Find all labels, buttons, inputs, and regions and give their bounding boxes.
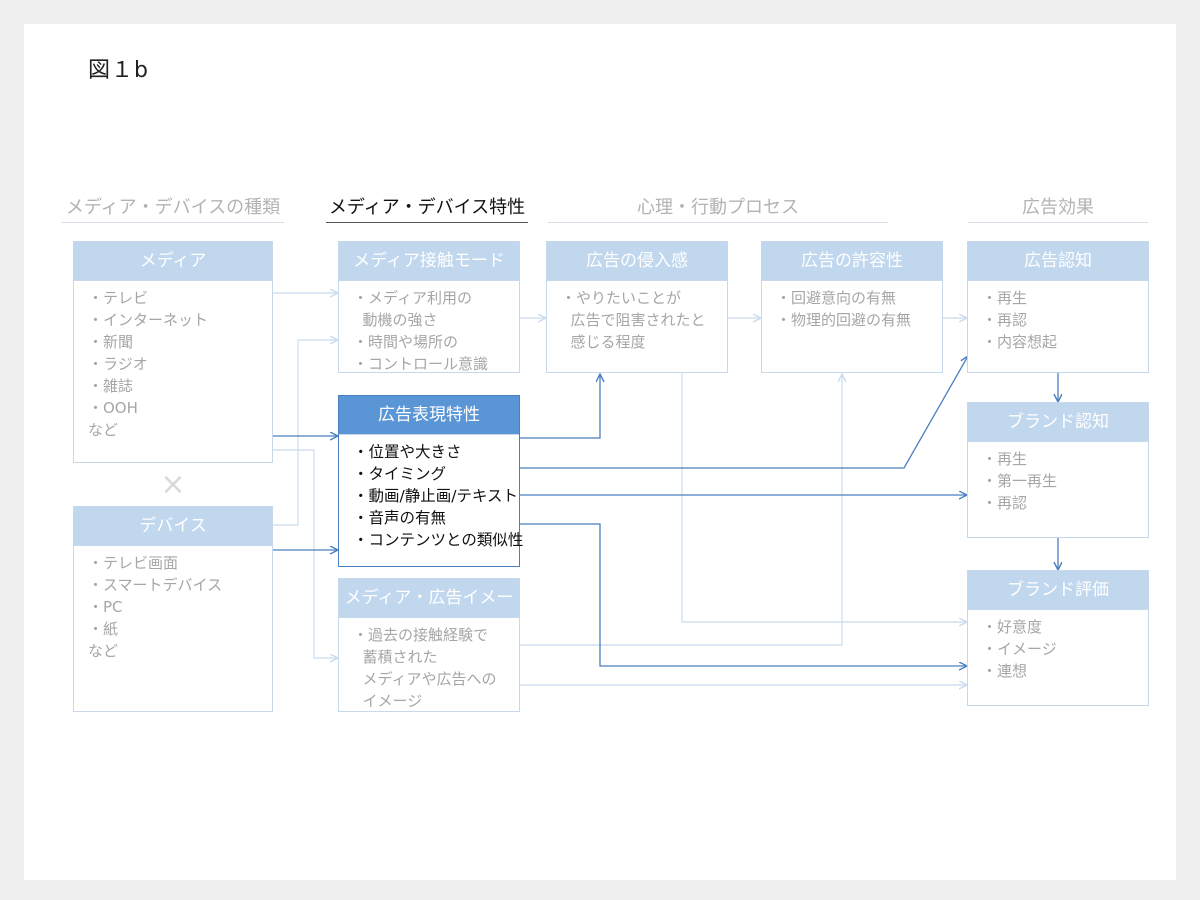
box-image-title: メディア・広告イメージ xyxy=(339,579,519,646)
list-item: 蓄積された xyxy=(353,648,438,666)
list-item: 感じる程度 xyxy=(561,333,646,351)
box-media-title: メディア xyxy=(74,242,272,281)
box-image: メディア・広告イメージ ・過去の接触経験で 蓄積された メディアや広告への イメ… xyxy=(338,578,520,712)
box-expression-title: 広告表現特性 xyxy=(339,396,519,435)
column-header-media-device-characteristics: メディア・デバイス特性 xyxy=(326,196,528,223)
list-item: ・テレビ xyxy=(88,289,149,307)
figure-label: 図１b xyxy=(88,58,149,83)
list-item: ・内容想起 xyxy=(982,333,1058,351)
list-item: ・紙 xyxy=(88,620,119,638)
box-image-items: ・過去の接触経験で 蓄積された メディアや広告への イメージ xyxy=(339,618,519,712)
box-brand-recognition-title: ブランド認知 xyxy=(968,403,1148,442)
list-item: 動機の強さ xyxy=(353,311,438,329)
list-item: ・雑誌 xyxy=(88,377,134,395)
list-item: ・やりたいことが xyxy=(561,289,682,307)
box-ad-recognition-items: ・再生・再認・内容想起 xyxy=(968,281,1148,353)
cross-symbol: × xyxy=(160,467,186,502)
box-contact-mode: メディア接触モード ・メディア利用の 動機の強さ・時間や場所の・コントロール意識 xyxy=(338,241,520,373)
column-header-media-device-types: メディア・デバイスの種類 xyxy=(62,196,284,223)
list-item: ・メディア利用の xyxy=(353,289,472,307)
box-contact-mode-items: ・メディア利用の 動機の強さ・時間や場所の・コントロール意識 xyxy=(339,281,519,375)
box-media: メディア ・テレビ・インターネット ・新聞・ラジオ・雑誌・OOH など xyxy=(73,241,273,463)
list-item: ・OOH xyxy=(88,399,138,417)
list-item: ・ラジオ xyxy=(88,355,148,373)
box-brand-evaluation-title: ブランド評価 xyxy=(968,571,1148,610)
list-item: イメージ xyxy=(353,692,423,710)
list-item: ・スマートデバイス xyxy=(88,576,223,594)
list-item: ・過去の接触経験で xyxy=(353,626,489,644)
list-item: など xyxy=(88,421,119,439)
box-intrusiveness-items: ・やりたいことが 広告で阻害されたと 感じる程度 xyxy=(547,281,727,353)
list-item: ・再認 xyxy=(982,311,1028,329)
box-tolerance-title: 広告の許容性 xyxy=(762,242,942,281)
list-item: ・コンテンツとの類似性 xyxy=(353,531,524,549)
column-header-ad-effect: 広告効果 xyxy=(968,196,1148,223)
box-ad-recognition: 広告認知 ・再生・再認・内容想起 xyxy=(967,241,1149,373)
list-item: ・動画/静止画/テキスト xyxy=(353,487,518,505)
list-item: ・回避意向の有無 xyxy=(776,289,897,307)
column-header-psychology-behavior-process: 心理・行動プロセス xyxy=(548,196,888,223)
box-expression-items: ・位置や大きさ ・タイミング・動画/静止画/テキスト ・音声の有無・コンテンツとの類… xyxy=(339,435,524,551)
box-device-title: デバイス xyxy=(74,507,272,546)
box-tolerance-items: ・回避意向の有無 ・物理的回避の有無 xyxy=(762,281,942,331)
box-tolerance: 広告の許容性 ・回避意向の有無 ・物理的回避の有無 xyxy=(761,241,943,373)
box-intrusiveness: 広告の侵入感 ・やりたいことが 広告で阻害されたと 感じる程度 xyxy=(546,241,728,373)
list-item: ・再生 xyxy=(982,450,1028,468)
list-item: ・インターネット xyxy=(88,311,209,329)
list-item: ・テレビ画面 xyxy=(88,554,179,572)
list-item: など xyxy=(88,642,119,660)
list-item: メディアや広告への xyxy=(353,670,497,688)
list-item: ・イメージ xyxy=(982,640,1057,658)
box-brand-recognition-items: ・再生・第一再生・再認 xyxy=(968,442,1148,514)
list-item: ・物理的回避の有無 xyxy=(776,311,912,329)
list-item: ・PC xyxy=(88,598,123,616)
box-brand-recognition: ブランド認知 ・再生・第一再生・再認 xyxy=(967,402,1149,538)
box-ad-recognition-title: 広告認知 xyxy=(968,242,1148,281)
list-item: ・タイミング xyxy=(353,465,447,483)
list-item: ・音声の有無 xyxy=(353,509,447,527)
list-item: ・第一再生 xyxy=(982,472,1058,490)
box-intrusiveness-title: 広告の侵入感 xyxy=(547,242,727,281)
list-item: ・再認 xyxy=(982,494,1028,512)
list-item: ・時間や場所の xyxy=(353,333,459,351)
list-item: ・再生 xyxy=(982,289,1028,307)
box-device-items: ・テレビ画面・スマートデバイス ・PC ・紙など xyxy=(74,546,272,662)
box-expression: 広告表現特性 ・位置や大きさ ・タイミング・動画/静止画/テキスト ・音声の有無・コ… xyxy=(338,395,524,567)
list-item: ・連想 xyxy=(982,662,1028,680)
list-item: ・位置や大きさ xyxy=(353,443,462,461)
list-item: ・コントロール意識 xyxy=(353,355,489,373)
box-contact-mode-title: メディア接触モード xyxy=(339,242,519,281)
list-item: ・新聞 xyxy=(88,333,134,351)
box-brand-evaluation: ブランド評価 ・好意度・イメージ・連想 xyxy=(967,570,1149,706)
box-brand-evaluation-items: ・好意度・イメージ・連想 xyxy=(968,610,1148,682)
list-item: ・好意度 xyxy=(982,618,1043,636)
box-media-items: ・テレビ・インターネット ・新聞・ラジオ・雑誌・OOH など xyxy=(74,281,272,441)
box-device: デバイス ・テレビ画面・スマートデバイス ・PC ・紙など xyxy=(73,506,273,712)
list-item: 広告で阻害されたと xyxy=(561,311,706,329)
